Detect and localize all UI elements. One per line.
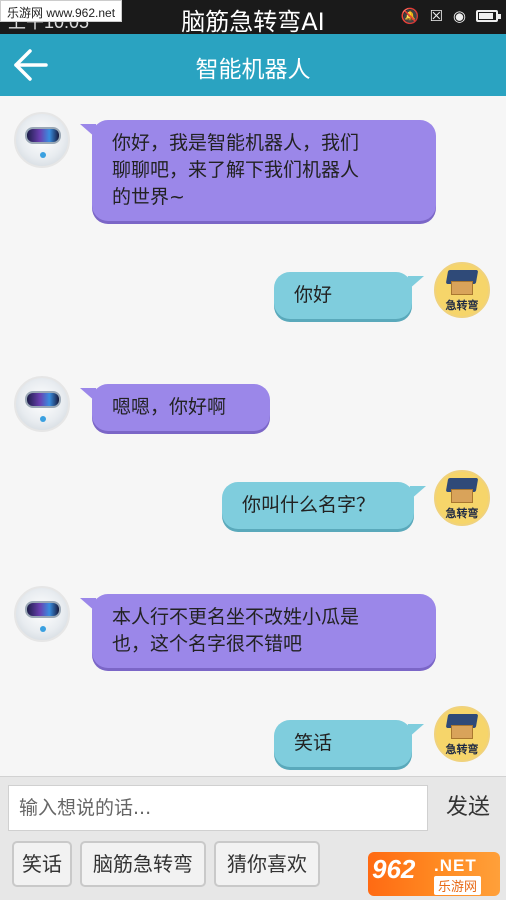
user-avatar: 急转弯: [434, 262, 490, 318]
user-message: 你好: [274, 272, 424, 319]
bot-message: 你好，我是智能机器人，我们 聊聊吧，来了解下我们机器人 的世界~: [80, 120, 436, 221]
quick-riddle-button[interactable]: 脑筋急转弯: [80, 841, 206, 887]
wifi-icon: ◉: [452, 7, 466, 25]
bot-message: 嗯嗯，你好啊: [80, 384, 270, 431]
close-box-icon: ☒: [429, 7, 443, 25]
robot-avatar: [14, 586, 70, 642]
robot-visor-icon: [25, 601, 61, 618]
box-icon: [451, 725, 473, 739]
user-avatar-label: 急转弯: [445, 507, 479, 520]
robot-visor-icon: [25, 127, 61, 144]
quick-joke-button[interactable]: 笑话: [12, 841, 72, 887]
send-button[interactable]: 发送: [436, 787, 500, 829]
chat-area[interactable]: 你好，我是智能机器人，我们 聊聊吧，来了解下我们机器人 的世界~ 急转弯 你好 …: [0, 96, 506, 776]
status-icons: 🔕 ☒ ◉: [400, 7, 501, 25]
user-message: 你叫什么名字？: [222, 482, 426, 529]
user-message: 笑话: [274, 720, 424, 767]
user-avatar-label: 急转弯: [445, 299, 479, 312]
message-input[interactable]: [8, 785, 428, 831]
box-icon: [451, 489, 473, 503]
robot-visor-icon: [25, 391, 61, 408]
app-header: 智能机器人: [0, 34, 506, 96]
user-avatar-label: 急转弯: [445, 743, 479, 756]
page-title: 智能机器人: [195, 57, 311, 83]
battery-icon: [476, 10, 501, 22]
box-icon: [451, 281, 473, 295]
robot-avatar: [14, 376, 70, 432]
robot-avatar: [14, 112, 70, 168]
bot-message: 本人行不更名坐不改姓小瓜是 也，这个名字很不错吧: [80, 594, 436, 668]
mute-icon: 🔕: [400, 7, 420, 25]
user-avatar: 急转弯: [434, 706, 490, 762]
watermark-logo: 962 .NET 乐游网: [368, 852, 500, 896]
user-avatar: 急转弯: [434, 470, 490, 526]
watermark-top: 乐游网 www.962.net: [0, 0, 123, 22]
status-bar: 上午10:05 脑筋急转弯AI 🔕 ☒ ◉ 乐游网 www.962.net: [0, 0, 506, 36]
quick-recommend-button[interactable]: 猜你喜欢: [214, 841, 320, 887]
